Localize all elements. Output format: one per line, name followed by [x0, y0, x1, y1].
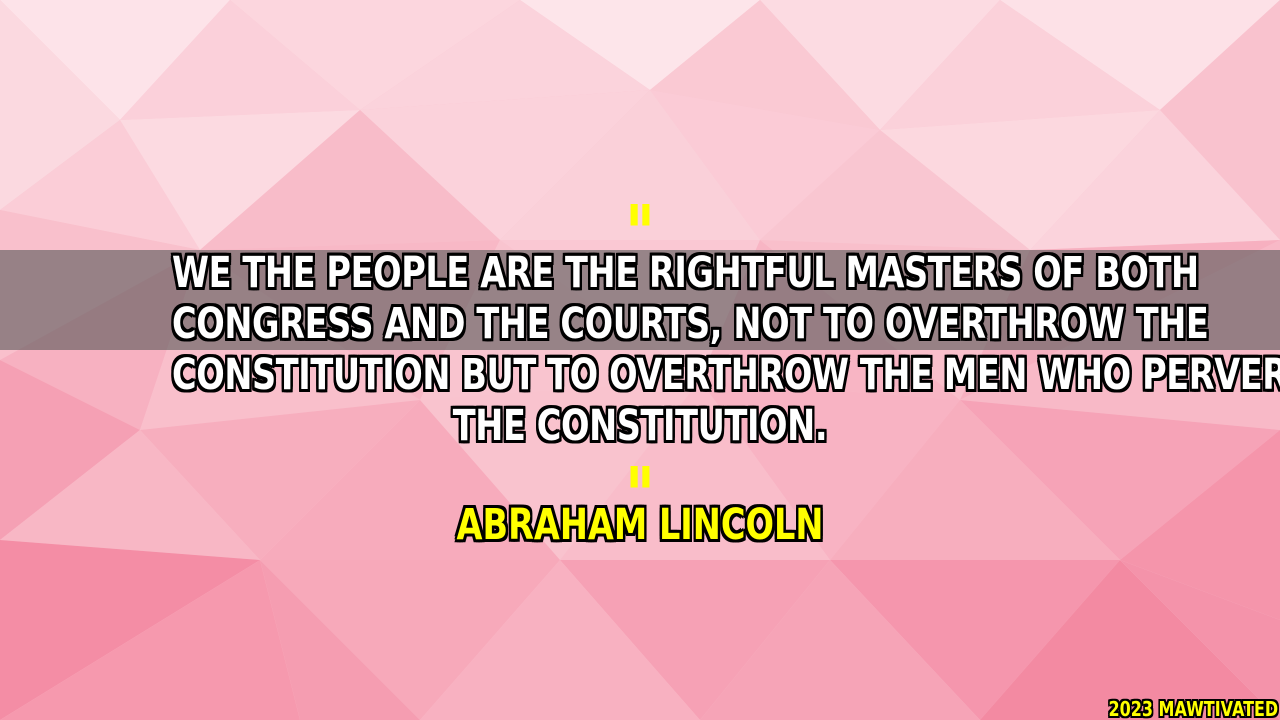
quote-line: WE THE PEOPLE ARE THE RIGHTFUL MASTERS O… [172, 248, 1199, 298]
opening-quote-mark: " [625, 196, 655, 248]
quote-line: CONSTITUTION BUT TO OVERTHROW THE MEN WH… [172, 350, 1280, 400]
quote-line: THE CONSTITUTION. [452, 401, 828, 451]
quote-line: CONGRESS AND THE COURTS, NOT TO OVERTHRO… [172, 299, 1209, 349]
quote-text: WE THE PEOPLE ARE THE RIGHTFUL MASTERS O… [40, 248, 1280, 452]
quote-author: ABRAHAM LINCOLN [456, 500, 824, 550]
quote-card: " WE THE PEOPLE ARE THE RIGHTFUL MASTERS… [0, 0, 1280, 720]
watermark: 2023 MAWTIVATED [1108, 697, 1278, 720]
